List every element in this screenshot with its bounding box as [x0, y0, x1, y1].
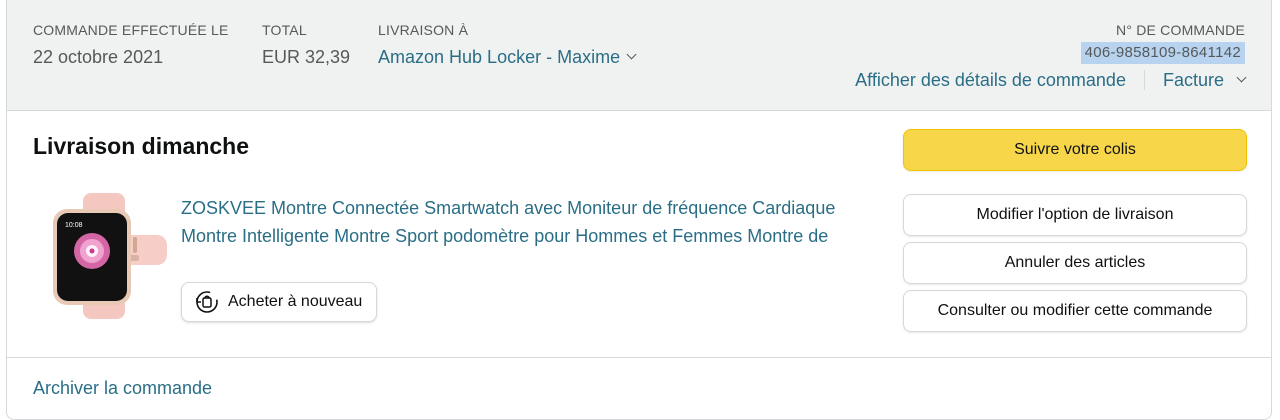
section-divider	[7, 357, 1271, 358]
order-card: COMMANDE EFFECTUÉE LE 22 octobre 2021 TO…	[6, 0, 1272, 420]
order-links: Afficher des détails de commande Facture	[855, 67, 1247, 93]
order-number-block: N° DE COMMANDE 406-9858109-8641142 Affic…	[855, 20, 1247, 93]
ship-to-block: LIVRAISON À Amazon Hub Locker - Maxime	[378, 20, 637, 71]
buy-again-label: Acheter à nouveau	[228, 293, 363, 310]
order-date-value: 22 octobre 2021	[33, 47, 164, 67]
product-image[interactable]: 10:08	[47, 193, 167, 319]
order-date-label: COMMANDE EFFECTUÉE LE	[33, 22, 229, 38]
order-total-value: EUR 32,39	[262, 47, 351, 67]
buy-again-button[interactable]: Acheter à nouveau	[181, 282, 378, 322]
invoice-label: Facture	[1162, 70, 1224, 90]
change-delivery-button[interactable]: Modifier l'option de livraison	[903, 194, 1247, 236]
reorder-icon	[196, 291, 218, 313]
ship-to-label: LIVRAISON À	[378, 22, 469, 38]
invoice-dropdown[interactable]: Facture	[1162, 67, 1247, 93]
delivery-status-title: Livraison dimanche	[33, 133, 250, 159]
ship-to-dropdown[interactable]: Amazon Hub Locker - Maxime	[378, 43, 637, 71]
ship-to-value: Amazon Hub Locker - Maxime	[378, 47, 621, 67]
order-header: COMMANDE EFFECTUÉE LE 22 octobre 2021 TO…	[7, 0, 1271, 111]
order-total-block: TOTAL EUR 32,39	[262, 20, 350, 71]
order-details-link[interactable]: Afficher des détails de commande	[855, 67, 1126, 93]
order-total-label: TOTAL	[262, 22, 307, 38]
cancel-items-button[interactable]: Annuler des articles	[903, 242, 1247, 284]
chevron-down-icon	[1236, 72, 1247, 82]
track-package-button[interactable]: Suivre votre colis	[903, 129, 1247, 171]
view-edit-order-button[interactable]: Consulter ou modifier cette commande	[903, 290, 1247, 332]
svg-text:10:08: 10:08	[65, 222, 83, 229]
order-number-label: N° DE COMMANDE	[1116, 22, 1245, 38]
archive-order-link[interactable]: Archiver la commande	[33, 378, 212, 399]
link-divider	[1143, 70, 1145, 90]
chevron-down-icon	[626, 49, 637, 59]
order-date-block: COMMANDE EFFECTUÉE LE 22 octobre 2021	[33, 20, 229, 71]
order-number-value: 406-9858109-8641142	[1080, 42, 1245, 64]
product-title-link[interactable]: ZOSKVEE Montre Connectée Smartwatch avec…	[181, 195, 841, 250]
